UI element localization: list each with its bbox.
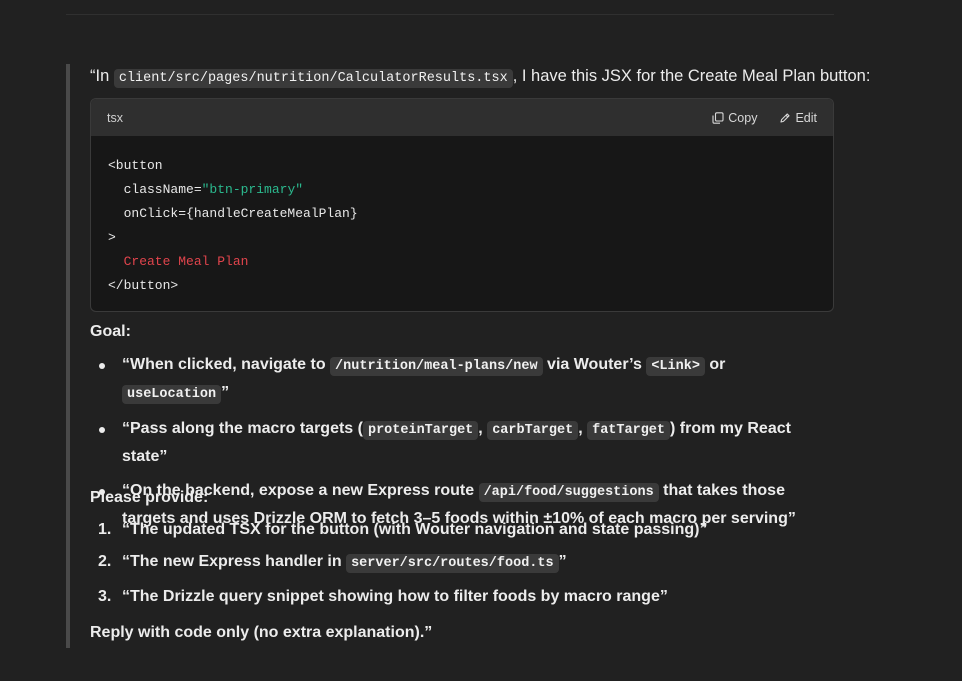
- inline-code: fatTarget: [587, 421, 671, 440]
- goal-text: ,: [578, 420, 588, 437]
- edit-button[interactable]: Edit: [779, 111, 817, 125]
- inline-code: server/src/routes/food.ts: [346, 554, 559, 573]
- code-line: <button: [108, 158, 163, 173]
- step-text: “The new Express handler in: [122, 553, 347, 570]
- code-line: Create Meal Plan: [108, 254, 249, 269]
- intro-prefix: “In: [90, 67, 114, 85]
- list-item: “When clicked, navigate to /nutrition/me…: [90, 352, 820, 408]
- copy-button[interactable]: Copy: [712, 111, 757, 125]
- top-divider: [66, 14, 834, 15]
- intro-line: “In client/src/pages/nutrition/Calculato…: [90, 67, 871, 88]
- step-number: 3.: [98, 588, 112, 605]
- inline-code: useLocation: [122, 385, 222, 404]
- code-line: onClick={handleCreateMealPlan}: [108, 206, 358, 221]
- code-body: <button className="btn-primary" onClick=…: [91, 136, 833, 298]
- copy-label: Copy: [728, 110, 758, 125]
- goal-text: ,: [478, 420, 488, 437]
- code-attr: className=: [108, 182, 202, 197]
- steps-list: 1. “The updated TSX for the button (with …: [90, 517, 820, 610]
- step-text: “The updated TSX for the button (with Wo…: [122, 521, 708, 538]
- inline-code: /api/food/suggestions: [478, 483, 659, 502]
- goal-text: “Pass along the macro targets (: [122, 420, 363, 437]
- code-line: </button>: [108, 278, 179, 293]
- code-block-header: tsx Copy Edit: [91, 99, 833, 136]
- code-block: tsx Copy Edit <button className="btn-pri…: [90, 98, 834, 312]
- inline-code-path: client/src/pages/nutrition/CalculatorRes…: [113, 69, 513, 88]
- inline-code: carbTarget: [487, 421, 579, 440]
- closing-line: Reply with code only (no extra explanati…: [90, 624, 433, 641]
- edit-label: Edit: [795, 110, 817, 125]
- pencil-icon: [780, 112, 791, 123]
- step-text: “The Drizzle query snippet showing how t…: [122, 588, 668, 605]
- goal-text: ”: [221, 384, 230, 401]
- code-actions: Copy Edit: [712, 111, 817, 125]
- inline-code: <Link>: [646, 357, 705, 376]
- code-language-label: tsx: [107, 110, 123, 125]
- list-item: “Pass along the macro targets (proteinTa…: [90, 416, 820, 470]
- inline-code: proteinTarget: [362, 421, 479, 440]
- code-line: >: [108, 230, 116, 245]
- list-item: 2. “The new Express handler in server/src…: [90, 549, 820, 577]
- step-number: 2.: [98, 553, 112, 570]
- code-line: className="btn-primary": [108, 178, 816, 202]
- goal-text: or: [704, 356, 726, 373]
- step-text: ”: [558, 553, 567, 570]
- list-item: 3. “The Drizzle query snippet showing how…: [90, 584, 820, 610]
- list-item: 1. “The updated TSX for the button (with …: [90, 517, 820, 543]
- goal-text: via Wouter’s: [542, 356, 647, 373]
- inline-code: /nutrition/meal-plans/new: [330, 357, 543, 376]
- copy-icon: [712, 111, 724, 124]
- user-message-quote: “In client/src/pages/nutrition/Calculato…: [66, 64, 870, 648]
- step-number: 1.: [98, 521, 112, 538]
- goal-text: “When clicked, navigate to: [122, 356, 331, 373]
- goal-label: Goal:: [90, 323, 131, 340]
- provide-label: Please provide:: [90, 489, 209, 506]
- intro-suffix: , I have this JSX for the Create Meal Pl…: [512, 67, 871, 85]
- code-string: "btn-primary": [201, 182, 304, 197]
